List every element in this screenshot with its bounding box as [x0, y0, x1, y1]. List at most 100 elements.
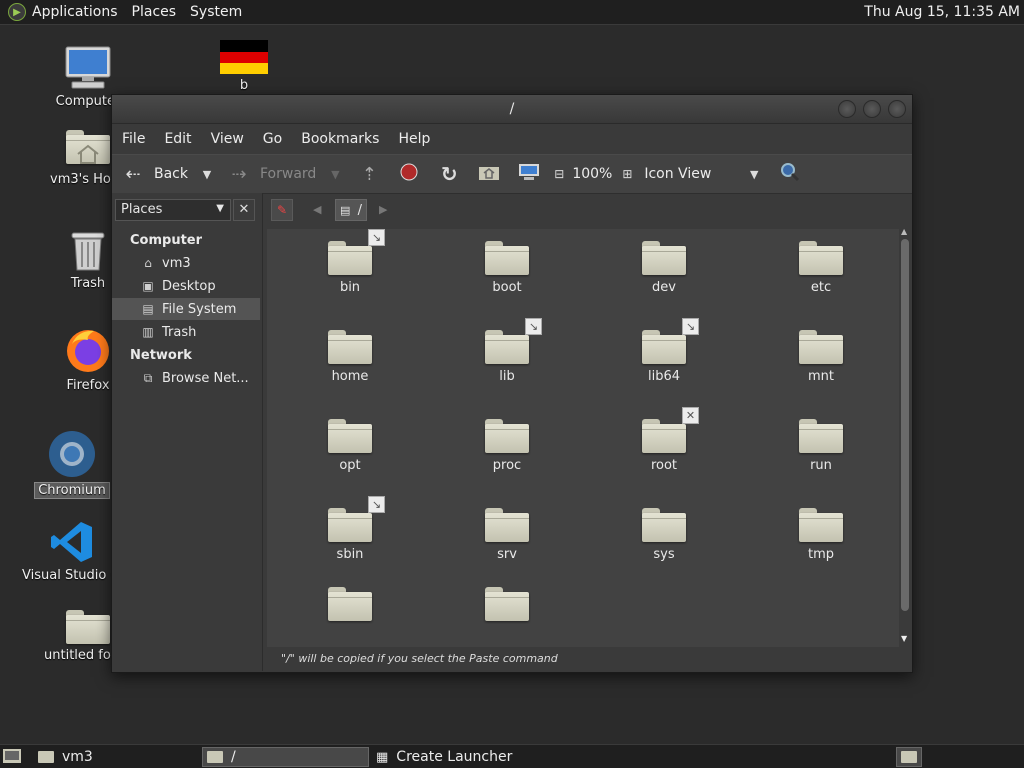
file-item[interactable]: proc — [452, 419, 562, 473]
home-folder-icon — [66, 130, 110, 168]
file-item[interactable]: ✕ root — [609, 407, 719, 473]
scroll-down-icon[interactable]: ▼ — [901, 634, 907, 643]
workspace-switcher[interactable] — [896, 747, 922, 767]
file-item[interactable]: ↘ sbin — [295, 496, 405, 562]
zoom-in-icon[interactable]: ⊞ — [616, 167, 638, 181]
firefox-icon — [64, 326, 112, 374]
chevron-down-icon: ▼ — [216, 203, 224, 214]
stop-icon[interactable] — [398, 163, 420, 186]
file-item[interactable]: run — [766, 419, 876, 473]
distro-logo-icon[interactable]: ▶ — [8, 3, 26, 21]
sidebar-close-button[interactable]: ✕ — [233, 199, 255, 221]
forward-button[interactable]: ⇢ Forward — [228, 164, 316, 185]
menu-help[interactable]: Help — [398, 131, 430, 147]
home-icon: ⌂ — [144, 256, 152, 270]
taskbar-item-vm3[interactable]: vm3 — [34, 747, 200, 767]
panel-clock[interactable]: Thu Aug 15, 11:35 AM — [864, 4, 1020, 20]
forward-history-dropdown-icon[interactable]: ▼ — [324, 168, 346, 181]
applications-menu[interactable]: Applications — [32, 4, 118, 20]
back-history-dropdown-icon[interactable]: ▼ — [196, 168, 218, 181]
file-item[interactable]: sys — [609, 508, 719, 562]
zoom-out-icon[interactable]: ⊟ — [548, 167, 570, 181]
sidebar-item-trash[interactable]: ▥ Trash — [112, 321, 260, 343]
minimize-button[interactable] — [838, 100, 856, 118]
file-item[interactable] — [452, 587, 562, 626]
places-menu[interactable]: Places — [132, 4, 177, 20]
main-area: ✎ ◀ ▤ / ▶ ↘ bin boot dev etc home ↘ lib ↘ lib64 mn… — [267, 193, 911, 671]
scroll-up-icon[interactable]: ▲ — [901, 227, 907, 236]
folder-icon — [485, 587, 529, 621]
no-access-emblem-icon: ✕ — [682, 407, 699, 424]
folder-icon — [799, 508, 843, 542]
file-item[interactable]: ↘ lib — [452, 318, 562, 384]
desktop-icon-b[interactable]: b — [194, 40, 294, 93]
file-name: etc — [810, 280, 832, 295]
symlink-emblem-icon: ↘ — [525, 318, 542, 335]
file-item[interactable]: ↘ bin — [295, 229, 405, 295]
path-crumb-root[interactable]: ▤ / — [335, 199, 367, 221]
home-icon[interactable] — [478, 164, 500, 185]
chromium-icon — [48, 430, 96, 478]
file-item[interactable]: srv — [452, 508, 562, 562]
file-name: proc — [492, 458, 522, 473]
taskbar-item-root[interactable]: / — [202, 747, 369, 767]
vertical-scrollbar[interactable]: ▲ ▼ — [899, 227, 911, 647]
up-arrow-icon[interactable]: ⇡ — [358, 164, 380, 185]
computer-icon[interactable] — [518, 163, 540, 186]
folder-icon — [642, 508, 686, 542]
menu-bookmarks[interactable]: Bookmarks — [301, 131, 379, 147]
path-right-arrow-icon[interactable]: ▶ — [379, 203, 387, 216]
desktop-icon-label: untitled folder — [44, 648, 118, 663]
file-item[interactable]: boot — [452, 241, 562, 295]
desktop-icon-label: Chromium — [34, 482, 110, 499]
view-mode-dropdown-icon[interactable]: ▼ — [743, 168, 765, 181]
close-button[interactable] — [888, 100, 906, 118]
file-item[interactable]: home — [295, 330, 405, 384]
network-icon: ⧉ — [143, 370, 153, 385]
back-arrow-icon: ⇠ — [125, 163, 141, 185]
folder-icon — [66, 610, 110, 644]
file-item[interactable]: etc — [766, 241, 876, 295]
window-titlebar[interactable]: / — [112, 95, 912, 124]
file-item[interactable]: mnt — [766, 330, 876, 384]
back-button[interactable]: ⇠ Back — [122, 164, 188, 185]
menu-edit[interactable]: Edit — [164, 131, 191, 147]
sidebar-item-vm3[interactable]: ⌂ vm3 — [112, 252, 260, 274]
file-item[interactable] — [295, 587, 405, 626]
search-icon[interactable] — [779, 162, 801, 187]
file-item[interactable]: tmp — [766, 508, 876, 562]
top-panel: ▶ Applications Places System Thu Aug 15,… — [0, 0, 1024, 25]
folder-icon: ✕ — [642, 407, 699, 453]
sidebar-item-file-system[interactable]: ▤ File System — [112, 298, 260, 320]
sidebar-type-select[interactable]: Places ▼ — [115, 199, 231, 221]
symlink-emblem-icon: ↘ — [368, 229, 385, 246]
show-desktop-icon[interactable] — [3, 749, 21, 767]
file-manager-window: / File Edit View Go Bookmarks Help ⇠ Bac… — [111, 94, 913, 673]
sidebar-item-browse-network[interactable]: ⧉ Browse Net... — [112, 367, 260, 389]
reload-icon[interactable]: ↻ — [438, 162, 460, 186]
menu-file[interactable]: File — [122, 131, 145, 147]
view-mode-select[interactable]: Icon View — [644, 166, 711, 182]
maximize-button[interactable] — [863, 100, 881, 118]
file-item[interactable]: opt — [295, 419, 405, 473]
scrollbar-thumb[interactable] — [901, 239, 909, 611]
file-name: sbin — [336, 547, 364, 562]
menu-go[interactable]: Go — [263, 131, 282, 147]
file-item[interactable]: ↘ lib64 — [609, 318, 719, 384]
desktop-icon-vscode[interactable]: Visual Studio Code — [22, 520, 122, 583]
toolbar: ⇠ Back ▼ ⇢ Forward ▼ ⇡ ↻ ⊟ 100% ⊞ Icon V… — [112, 154, 912, 194]
taskbar-item-create-launcher[interactable]: ▦ Create Launcher — [372, 747, 552, 767]
sidebar-item-desktop[interactable]: ▣ Desktop — [112, 275, 260, 297]
icon-view[interactable]: ↘ bin boot dev etc home ↘ lib ↘ lib64 mnt opt proc ✕ r… — [267, 229, 899, 647]
folder-icon — [799, 241, 843, 275]
launcher-icon: ▦ — [376, 749, 389, 765]
path-left-arrow-icon[interactable]: ◀ — [313, 203, 321, 216]
computer-icon — [64, 46, 112, 90]
forward-arrow-icon: ⇢ — [231, 163, 247, 185]
trash-icon: ▥ — [142, 325, 154, 339]
system-menu[interactable]: System — [190, 4, 242, 20]
file-item[interactable]: dev — [609, 241, 719, 295]
desktop-icon-chromium[interactable]: Chromium — [22, 430, 122, 503]
edit-location-icon[interactable]: ✎ — [271, 199, 293, 221]
menu-view[interactable]: View — [211, 131, 244, 147]
